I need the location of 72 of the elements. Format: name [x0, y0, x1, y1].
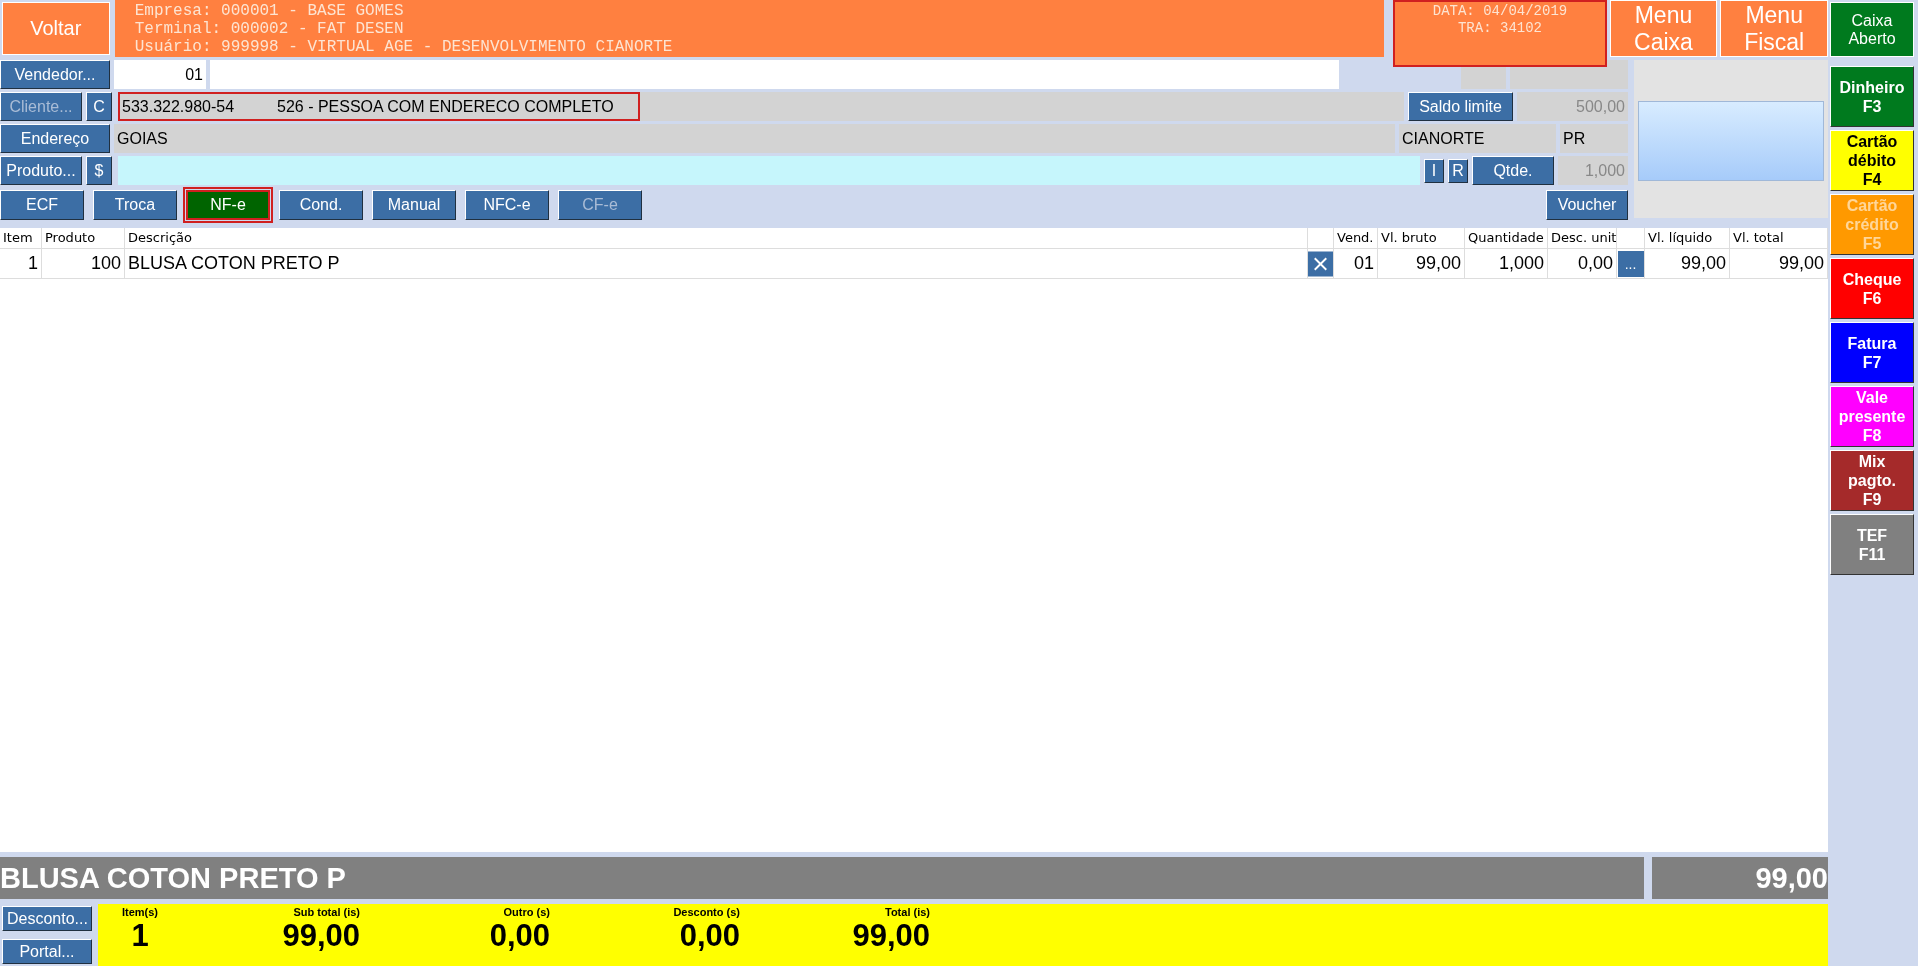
side-button[interactable]: Desconto...: [2, 906, 92, 931]
state-field: PR: [1560, 124, 1628, 153]
product-input[interactable]: [118, 156, 1420, 185]
column-header: Vl. bruto: [1378, 228, 1465, 249]
document-type-button[interactable]: Manual: [372, 190, 456, 220]
table-cell: BLUSA COTON PRETO P: [125, 249, 1308, 279]
summary-label: Desconto (s): [673, 906, 740, 918]
document-type-button[interactable]: ECF: [0, 190, 84, 220]
payment-button[interactable]: Fatura F7: [1830, 322, 1914, 383]
column-header: Vl. líquido: [1645, 228, 1730, 249]
product-button[interactable]: Produto...: [0, 156, 82, 185]
summary-value: 0,00: [679, 918, 740, 954]
client-field[interactable]: 533.322.980-54 526 - PESSOA COM ENDERECO COMPLETO: [118, 92, 640, 121]
column-header: Descrição: [125, 228, 1308, 249]
table-cell: 99,00: [1378, 249, 1465, 279]
payment-button[interactable]: Dinheiro F3: [1830, 66, 1914, 127]
summary-label: Outro (s): [503, 906, 550, 918]
session-info-line: Terminal: 000002 - FAT DESEN: [134, 20, 405, 38]
address-button[interactable]: Endereço: [0, 124, 110, 153]
remove-icon[interactable]: [1308, 250, 1333, 277]
summary-value: 99,00: [852, 918, 930, 954]
r-button[interactable]: R: [1448, 159, 1468, 183]
seller-name-field[interactable]: [210, 60, 1339, 89]
summary-label: Item(s): [121, 906, 159, 918]
column-header: Quantidade: [1465, 228, 1548, 249]
summary-label: Sub total (is): [293, 906, 360, 918]
balance-limit-field: 500,00: [1517, 92, 1628, 121]
payment-button[interactable]: TEF F11: [1830, 514, 1914, 575]
street-field: GOIAS: [114, 124, 1395, 153]
document-type-button[interactable]: NFC-e: [465, 190, 549, 220]
payment-button[interactable]: Mix pagto. F9: [1830, 450, 1914, 511]
column-header: Item: [0, 228, 42, 249]
summary-value: 99,00: [282, 918, 360, 954]
price-button[interactable]: $: [86, 156, 112, 185]
seller-button[interactable]: Vendedor...: [0, 60, 110, 89]
table-cell: 99,00: [1645, 249, 1730, 279]
column-header: Vend.: [1334, 228, 1378, 249]
seller-code-field[interactable]: 01: [114, 60, 206, 89]
table-cell: 1,000: [1465, 249, 1548, 279]
date-line: DATA: 04/04/2019: [1431, 3, 1569, 20]
table-cell: 1: [0, 249, 42, 279]
register-status-button[interactable]: Caixa Aberto: [1830, 2, 1914, 57]
table-cell: 01: [1334, 249, 1378, 279]
side-button[interactable]: Portal...: [2, 939, 92, 964]
summary-label: Total (is): [885, 906, 930, 918]
client-type-button[interactable]: C: [86, 92, 112, 121]
voucher-button[interactable]: Voucher: [1546, 190, 1628, 220]
payment-button[interactable]: Cartão débito F4: [1830, 130, 1914, 191]
date-line: TRA: 34102: [1456, 20, 1543, 37]
i-button[interactable]: I: [1424, 159, 1444, 183]
column-header: Desc. unit: [1548, 228, 1617, 249]
table-cell: 0,00: [1548, 249, 1617, 279]
current-item-description: BLUSA COTON PRETO P: [0, 857, 1644, 899]
summary-value: 1: [131, 918, 149, 954]
document-type-button[interactable]: Troca: [93, 190, 177, 220]
summary-value: 0,00: [489, 918, 550, 954]
quantity-field: 1,000: [1558, 156, 1628, 185]
document-type-button[interactable]: Cond.: [279, 190, 363, 220]
document-type-button[interactable]: NF-e: [186, 190, 270, 220]
table-cell: 99,00: [1730, 249, 1828, 279]
balance-limit-button[interactable]: Saldo limite: [1408, 92, 1513, 121]
session-info-line: Usuário: 999998 - VIRTUAL AGE - DESENVOLVIMENTO CIANORTE: [134, 38, 674, 56]
more-button[interactable]: ...: [1617, 250, 1644, 277]
table-cell: 100: [42, 249, 125, 279]
payment-button[interactable]: Cheque F6: [1830, 258, 1914, 319]
quantity-button[interactable]: Qtde.: [1472, 156, 1554, 185]
column-header: Produto: [42, 228, 125, 249]
column-header: Vl. total: [1730, 228, 1828, 249]
payment-button[interactable]: Vale presente F8: [1830, 386, 1914, 447]
current-item-value: 99,00: [1652, 857, 1828, 899]
city-field: CIANORTE: [1399, 124, 1556, 153]
session-info-line: Empresa: 000001 - BASE GOMES: [134, 2, 405, 20]
